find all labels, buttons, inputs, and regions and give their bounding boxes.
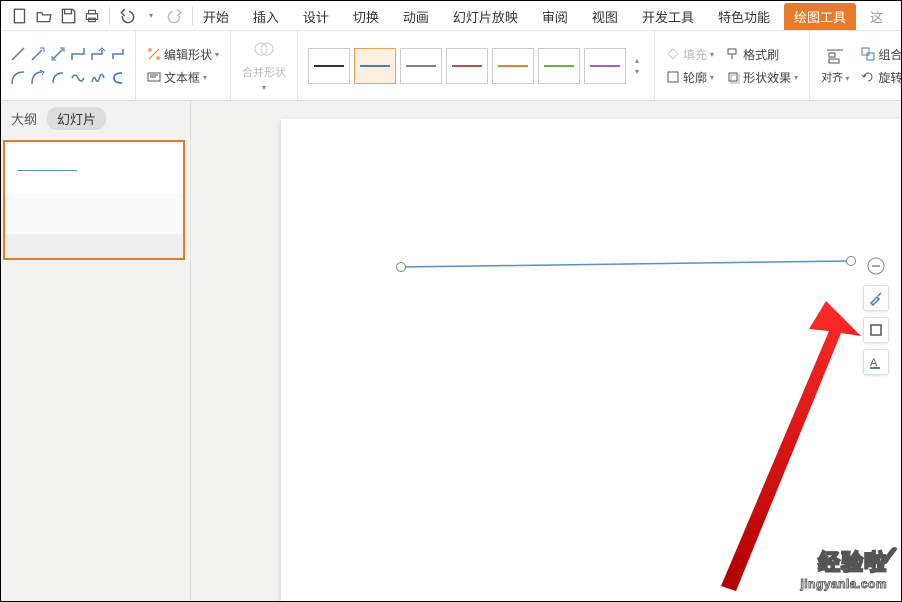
- print-icon[interactable]: [83, 7, 101, 25]
- group-button[interactable]: 组合▾: [858, 44, 901, 65]
- tab-review[interactable]: 审阅: [532, 3, 578, 30]
- outline-button[interactable]: 轮廓▾: [663, 67, 717, 88]
- tab-start[interactable]: 开始: [193, 3, 239, 30]
- combine-label: 合并形状: [242, 64, 286, 80]
- rotate-button[interactable]: 旋转▾: [858, 67, 901, 88]
- line-double-arrow-icon[interactable]: [49, 43, 67, 65]
- combine-shapes-button: 合并形状▾: [239, 37, 289, 94]
- style-swatch-4[interactable]: [492, 48, 534, 84]
- shape-styles-gallery: ▴▾: [302, 48, 650, 84]
- floating-tools: A: [863, 253, 889, 375]
- group-label: 组合: [878, 46, 901, 63]
- edit-shape-group: 编辑形状▾ 文本框▾: [136, 31, 231, 100]
- tab-overflow[interactable]: 这: [860, 3, 893, 30]
- tab-insert[interactable]: 插入: [243, 3, 289, 30]
- edit-shape-button[interactable]: 编辑形状▾: [144, 44, 222, 65]
- text-box-label: 文本框: [164, 69, 200, 86]
- style-swatch-5[interactable]: [538, 48, 580, 84]
- eyedropper-icon[interactable]: [863, 285, 889, 311]
- curve-double-arrow-icon[interactable]: [49, 67, 67, 89]
- save-icon[interactable]: [59, 7, 77, 25]
- style-swatch-3[interactable]: [446, 48, 488, 84]
- canvas-area[interactable]: A 经验啦 ✓ jingyanla.com: [191, 101, 901, 601]
- elbow-arrow-icon[interactable]: [89, 43, 107, 65]
- undo-dropdown-icon[interactable]: ▾: [142, 7, 160, 25]
- text-format-icon[interactable]: A: [863, 349, 889, 375]
- align-label: 对齐: [821, 72, 843, 84]
- format-painter-label: 格式刷: [743, 46, 779, 63]
- tab-feature[interactable]: 特色功能: [708, 3, 780, 30]
- slide-canvas[interactable]: [281, 119, 901, 601]
- outline-tab[interactable]: 大纲: [11, 109, 37, 128]
- selected-line-shape[interactable]: [281, 119, 901, 601]
- thumb-bg-light: [5, 194, 183, 234]
- rotate-label: 旋转: [878, 69, 901, 86]
- slide-thumbnail-1[interactable]: [3, 140, 185, 260]
- fill-label: 填充: [683, 46, 707, 63]
- line-arrow-icon[interactable]: [29, 43, 47, 65]
- style-swatch-1[interactable]: [354, 48, 396, 84]
- edit-shape-label: 编辑形状: [164, 46, 212, 63]
- ribbon-tabs: 开始 插入 设计 切换 动画 幻灯片放映 审阅 视图 开发工具 特色功能 绘图工…: [193, 1, 901, 31]
- format-painter-button[interactable]: 格式刷: [723, 44, 782, 65]
- line-handle-start[interactable]: [396, 262, 406, 272]
- lines-group: [1, 31, 136, 100]
- combine-group: 合并形状▾: [231, 31, 298, 100]
- crop-icon[interactable]: [863, 317, 889, 343]
- tab-design[interactable]: 设计: [293, 3, 339, 30]
- fill-button: 填充▾: [663, 44, 717, 65]
- thumb-line: [17, 170, 77, 171]
- tab-slideshow[interactable]: 幻灯片放映: [443, 3, 528, 30]
- curve-connector-icon[interactable]: [9, 67, 27, 89]
- main-area: 大纲 幻灯片: [1, 101, 901, 601]
- tab-animation[interactable]: 动画: [393, 3, 439, 30]
- line-straight-icon[interactable]: [9, 43, 27, 65]
- text-box-button[interactable]: 文本框▾: [144, 67, 222, 88]
- align-button[interactable]: 对齐 ▾: [818, 44, 852, 87]
- format-group: 填充▾ 格式刷 轮廓▾ 形状效果▾: [655, 31, 810, 100]
- curve-arrow-icon[interactable]: [29, 67, 47, 89]
- scribble-icon[interactable]: [89, 67, 107, 89]
- zoom-minus-icon[interactable]: [863, 253, 889, 279]
- styles-expand-button[interactable]: ▴▾: [630, 56, 644, 76]
- outline-label: 轮廓: [683, 69, 707, 86]
- curve-s-icon[interactable]: [109, 67, 127, 89]
- new-file-icon[interactable]: [11, 7, 29, 25]
- tab-drawing-tools[interactable]: 绘图工具: [784, 3, 856, 30]
- open-icon[interactable]: [35, 7, 53, 25]
- line-handle-end[interactable]: [846, 256, 856, 266]
- style-swatch-0[interactable]: [308, 48, 350, 84]
- panel-tabs: 大纲 幻灯片: [1, 101, 190, 136]
- slide-panel: 大纲 幻灯片: [1, 101, 191, 601]
- thumb-bg-dark: [5, 234, 183, 258]
- redo-icon[interactable]: [166, 7, 184, 25]
- shape-styles-group: ▴▾: [298, 31, 655, 100]
- elbow-connector-icon[interactable]: [69, 43, 87, 65]
- separator: [109, 7, 110, 25]
- shape-effects-label: 形状效果: [743, 69, 791, 86]
- style-swatch-6[interactable]: [584, 48, 626, 84]
- lines-gallery: [9, 43, 127, 89]
- undo-icon[interactable]: [118, 7, 136, 25]
- ribbon: 编辑形状▾ 文本框▾ 合并形状▾ ▴▾ 填充▾: [1, 31, 901, 101]
- style-swatch-2[interactable]: [400, 48, 442, 84]
- slides-tab[interactable]: 幻灯片: [47, 107, 106, 130]
- freeform-icon[interactable]: [69, 67, 87, 89]
- elbow-double-arrow-icon[interactable]: [109, 43, 127, 65]
- arrange-group: 对齐 ▾ 组合▾ 旋转▾: [810, 31, 901, 100]
- tab-transition[interactable]: 切换: [343, 3, 389, 30]
- shape-effects-button[interactable]: 形状效果▾: [723, 67, 801, 88]
- tab-dev[interactable]: 开发工具: [632, 3, 704, 30]
- tab-view[interactable]: 视图: [582, 3, 628, 30]
